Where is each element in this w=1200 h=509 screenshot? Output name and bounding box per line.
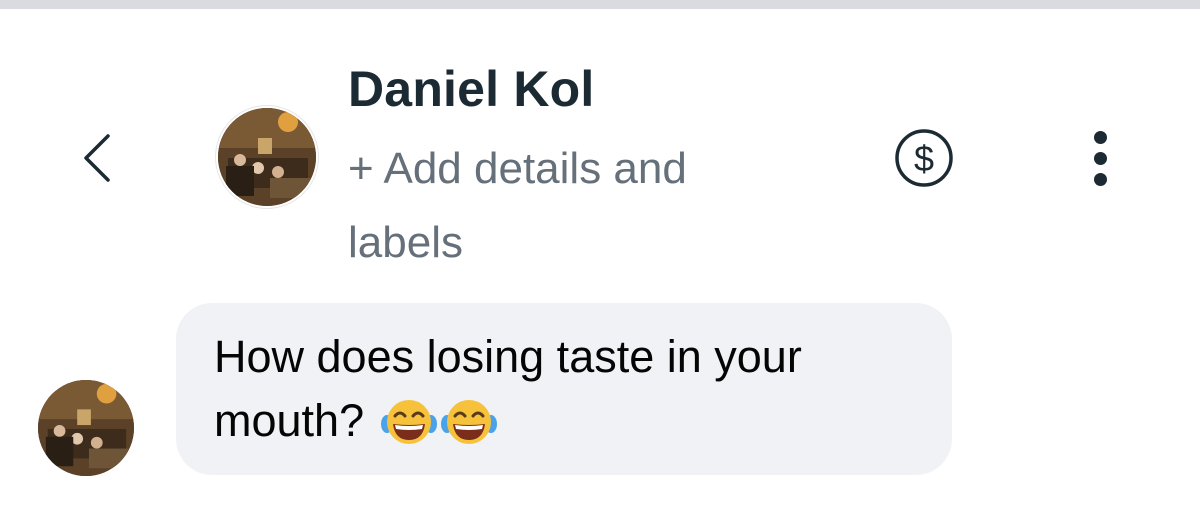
dollar-circle-icon: $	[895, 129, 953, 187]
more-vertical-icon-dot	[1093, 151, 1107, 165]
back-button[interactable]	[72, 128, 122, 188]
status-bar-divider	[0, 0, 1200, 9]
svg-text:$: $	[914, 138, 934, 179]
more-options-button[interactable]	[1078, 124, 1122, 192]
chevron-left-icon	[84, 134, 110, 182]
message-text: How does losing taste in your mouth?	[214, 331, 802, 446]
contact-avatar[interactable]	[218, 108, 316, 206]
avatar-photo	[38, 380, 134, 476]
face-with-tears-of-joy-icon	[440, 400, 497, 444]
more-vertical-icon-dot	[1093, 172, 1107, 186]
face-with-tears-of-joy-icon	[380, 400, 437, 444]
payment-button[interactable]: $	[893, 127, 955, 189]
more-vertical-icon	[1093, 130, 1107, 144]
sender-avatar[interactable]	[38, 380, 134, 476]
contact-name[interactable]: Daniel Kol	[348, 60, 594, 118]
avatar-photo	[218, 108, 316, 206]
add-details-link[interactable]: + Add details and labels	[348, 132, 788, 280]
message-text-row: How does losing taste in your mouth?	[214, 325, 934, 453]
message-bubble[interactable]: How does losing taste in your mouth?	[176, 303, 952, 475]
